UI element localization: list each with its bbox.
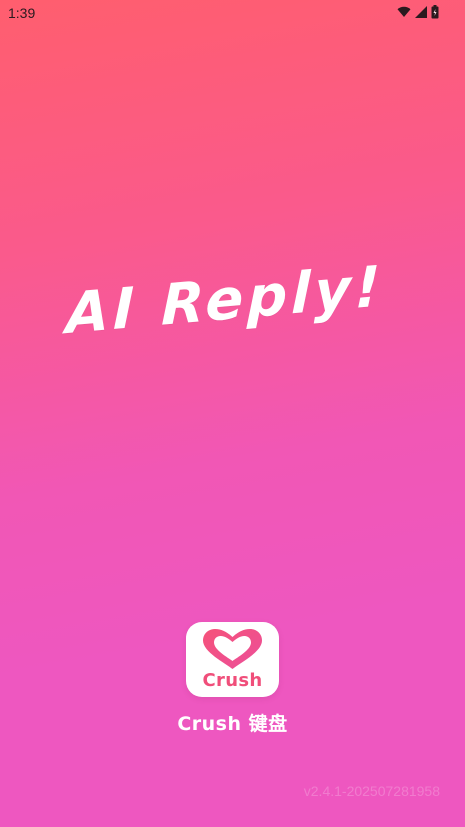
version-label: v2.4.1-202507281958 [303,783,440,799]
battery-icon [431,5,439,19]
heart-icon [203,629,262,669]
app-logo: Crush [186,622,279,697]
status-time: 1:39 [8,5,36,21]
splash-screen: 1:39 AI Reply! Crush Crush 键盘 v2.4.1-202… [0,0,465,827]
app-name: Crush 键盘 [177,713,288,735]
headline-area: AI Reply! [0,254,465,360]
headline: AI Reply! [65,253,385,348]
wifi-icon [397,6,411,18]
status-bar: 1:39 [0,0,465,26]
logo-text: Crush [202,670,263,691]
status-icons [397,5,439,19]
signal-icon [415,6,427,18]
